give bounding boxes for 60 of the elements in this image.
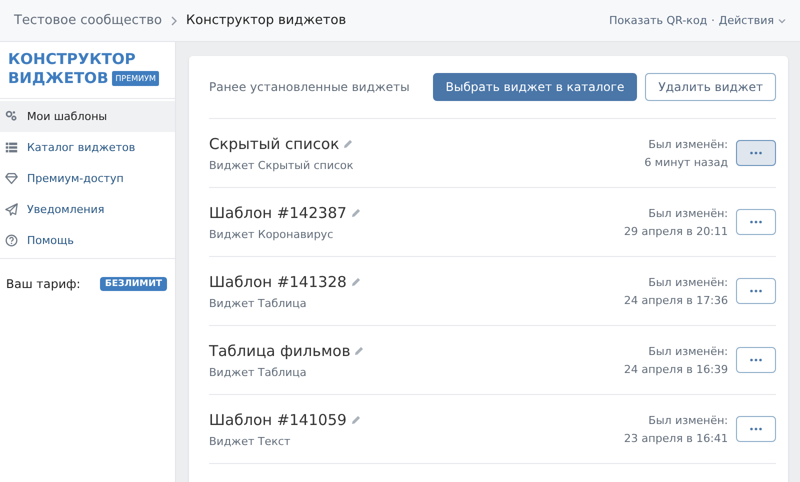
more-button[interactable] (736, 209, 776, 235)
gears-icon (5, 110, 18, 123)
pencil-icon[interactable] (350, 414, 361, 424)
list-icon (5, 141, 18, 154)
widget-type: Виджет Скрытый список (209, 158, 354, 172)
premium-badge: ПРЕМИУМ (112, 71, 159, 86)
widget-name: Шаблон #141328 (209, 272, 347, 290)
pencil-icon[interactable] (354, 346, 364, 356)
sidebar-item[interactable]: Мои шаблоны (0, 101, 175, 132)
help-icon (5, 234, 18, 247)
modified-time: 23 апреля в 16:41 (624, 432, 728, 444)
widget-type: Виджет Таблица (209, 296, 308, 310)
widget-type: Виджет Таблица (209, 366, 308, 378)
logo-text: ВИДЖЕТОВ (8, 69, 108, 88)
more-icon (749, 220, 763, 224)
modified-time: 24 апреля в 17:36 (624, 294, 728, 306)
widget-type: Виджет Текст (209, 434, 292, 448)
modified-time: 24 апреля в 16:39 (624, 362, 728, 376)
widget-type: Виджет Коронавирус (209, 228, 334, 240)
caret-icon[interactable] (778, 18, 786, 24)
modified-label: Был изменён: (647, 206, 728, 220)
modified-label: Был изменён: (647, 414, 728, 426)
breadcrumb-link[interactable]: Тестовое сообщество (14, 13, 162, 28)
pencil-icon[interactable] (350, 276, 361, 286)
more-icon (749, 151, 763, 155)
tariff-label: Ваш тариф: (6, 277, 80, 291)
more-button[interactable] (736, 140, 776, 166)
more-button[interactable] (736, 347, 776, 373)
pencil-icon[interactable] (343, 138, 354, 148)
widget-name: Таблица фильмов (209, 342, 350, 360)
sidebar-item[interactable]: Помощь (0, 225, 175, 256)
more-icon (749, 427, 763, 431)
widget-name: Шаблон #141059 (209, 410, 347, 428)
modified-label: Был изменён: (647, 138, 728, 150)
widget-name: Шаблон #142387 (209, 204, 347, 222)
more-icon (749, 358, 763, 362)
pencil-icon[interactable] (350, 208, 361, 218)
more-button[interactable] (736, 416, 776, 442)
actions-menu[interactable]: Действия (718, 14, 774, 27)
widget-name: Скрытый список (209, 134, 340, 152)
modified-label: Был изменён: (647, 344, 728, 358)
modified-label: Был изменён: (647, 276, 728, 288)
panel-title: Ранее установленные виджеты (209, 80, 411, 94)
sidebar-item[interactable]: Уведомления (0, 194, 175, 225)
page-title: Конструктор виджетов (186, 13, 346, 28)
tariff-badge: БЕЗЛИМИТ (100, 277, 167, 291)
paper-plane-icon (5, 203, 18, 216)
delete-widget-button[interactable]: Удалить виджет (645, 73, 776, 101)
catalog-button[interactable]: Выбрать виджет в каталоге (432, 73, 638, 101)
sidebar-item[interactable]: Премиум-доступ (0, 163, 175, 194)
sidebar-item[interactable]: Каталог виджетов (0, 132, 175, 163)
modified-time: 29 апреля в 20:11 (624, 224, 728, 238)
modified-time: 6 минут назад (644, 156, 728, 168)
qr-code-link[interactable]: Показать QR-код (609, 14, 708, 27)
separator-dot: · (711, 14, 715, 27)
chevron-icon (170, 16, 178, 26)
more-button[interactable] (736, 278, 776, 304)
logo-text: КОНСТРУКТОР (8, 50, 137, 69)
diamond-icon (5, 172, 18, 185)
more-icon (749, 289, 763, 293)
